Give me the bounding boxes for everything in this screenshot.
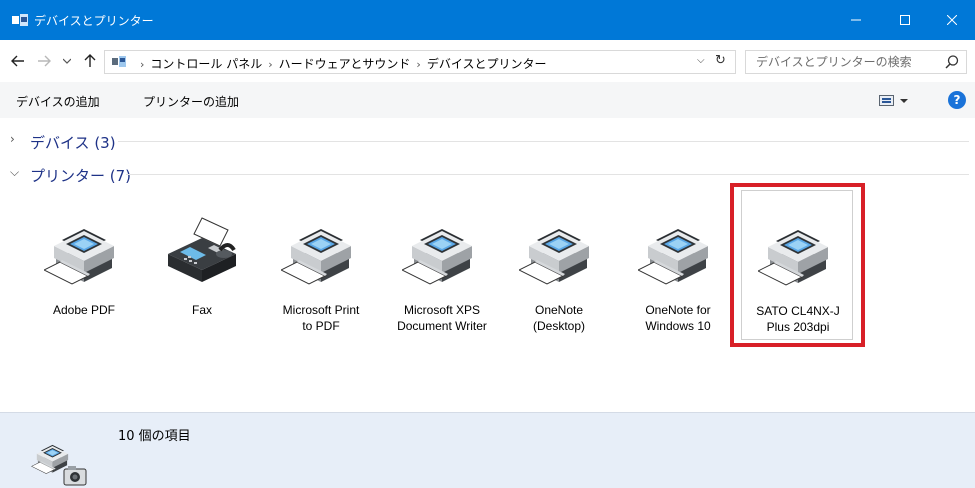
printer-label: Fax — [191, 303, 212, 317]
add-printer-button[interactable]: プリンターの追加 — [143, 93, 239, 110]
fax-icon — [162, 210, 242, 290]
highlight-box — [730, 183, 865, 347]
minimize-button[interactable] — [833, 0, 879, 40]
breadcrumb-hardware-sound[interactable]: ハードウェアとサウンド — [279, 57, 411, 71]
printer-item-microsoft-print-to-pdf[interactable]: Microsoft Print to PDF — [265, 200, 377, 350]
details-pane: 10 個の項目 — [0, 412, 975, 488]
up-button[interactable] — [80, 51, 100, 71]
refresh-icon[interactable]: ↻ — [715, 53, 726, 68]
window-title: デバイスとプリンター — [34, 14, 154, 28]
group-divider — [118, 141, 969, 142]
printer-item-onenote-windows10[interactable]: OneNote for Windows 10 — [622, 200, 734, 350]
chevron-down-icon[interactable]: ⌵ — [10, 165, 19, 180]
command-bar: デバイスの追加 プリンターの追加 ? — [0, 82, 975, 118]
printer-item-fax[interactable]: Fax — [146, 200, 258, 350]
group-devices-title[interactable]: デバイス (3) — [30, 132, 116, 153]
arrow-left-icon — [11, 55, 24, 67]
search-icon[interactable] — [944, 54, 960, 70]
group-divider — [126, 174, 969, 175]
printer-item-onenote-desktop[interactable]: OneNote (Desktop) — [503, 200, 615, 350]
address-bar[interactable]: › コントロール パネル › ハードウェアとサウンド › デバイスとプリンター ⌵ ↻ — [104, 50, 736, 74]
printer-label: Microsoft Print to PDF — [282, 303, 360, 333]
arrow-up-icon — [84, 54, 96, 67]
group-printers[interactable]: ⌵ プリンター (7) — [0, 163, 975, 185]
help-button[interactable]: ? — [948, 91, 966, 109]
address-dropdown-icon[interactable]: ⌵ — [697, 55, 705, 66]
printer-icon — [281, 210, 361, 290]
breadcrumb-devices-printers[interactable]: デバイスとプリンター — [427, 57, 547, 71]
chevron-right-icon[interactable]: › — [10, 132, 15, 146]
printer-label: Adobe PDF — [52, 303, 116, 317]
change-view-icon[interactable] — [879, 94, 909, 108]
breadcrumb-separator[interactable]: › — [268, 58, 272, 71]
close-button[interactable] — [929, 0, 975, 40]
devices-printers-icon — [12, 14, 28, 26]
printer-item-adobe-pdf[interactable]: Adobe PDF — [28, 200, 140, 350]
maximize-icon — [900, 15, 910, 25]
breadcrumb-separator[interactable]: › — [416, 58, 420, 71]
back-button[interactable] — [8, 51, 28, 71]
search-input[interactable] — [756, 54, 936, 70]
breadcrumb-control-panel[interactable]: コントロール パネル — [150, 57, 262, 71]
forward-button[interactable] — [34, 51, 54, 71]
maximize-button[interactable] — [882, 0, 928, 40]
search-box[interactable] — [745, 50, 967, 74]
address-row: › コントロール パネル › ハードウェアとサウンド › デバイスとプリンター ⌵ ↻ — [0, 40, 975, 82]
printer-label: OneNote for Windows 10 — [645, 303, 711, 333]
minimize-icon — [851, 19, 861, 21]
item-count: 10 個の項目 — [118, 429, 191, 444]
breadcrumb-separator: › — [140, 58, 145, 71]
printer-camera-icon — [28, 431, 87, 486]
printer-icon — [519, 210, 599, 290]
group-devices[interactable]: › デバイス (3) — [0, 130, 975, 152]
printer-icon — [44, 210, 124, 290]
recent-locations-button[interactable] — [57, 51, 77, 71]
arrow-right-icon — [38, 55, 51, 67]
close-icon — [947, 15, 957, 25]
printer-icon — [402, 210, 482, 290]
add-device-button[interactable]: デバイスの追加 — [16, 93, 100, 110]
printer-label: OneNote (Desktop) — [532, 303, 585, 333]
breadcrumb: › コントロール パネル › ハードウェアとサウンド › デバイスとプリンター — [134, 55, 546, 72]
control-panel-icon — [112, 56, 126, 67]
group-printers-title[interactable]: プリンター (7) — [30, 165, 131, 186]
printer-item-microsoft-xps[interactable]: Microsoft XPS Document Writer — [386, 200, 498, 350]
chevron-down-icon — [63, 58, 71, 64]
printer-label: Microsoft XPS Document Writer — [397, 303, 487, 333]
printer-icon — [638, 210, 718, 290]
title-bar: デバイスとプリンター — [0, 0, 975, 40]
